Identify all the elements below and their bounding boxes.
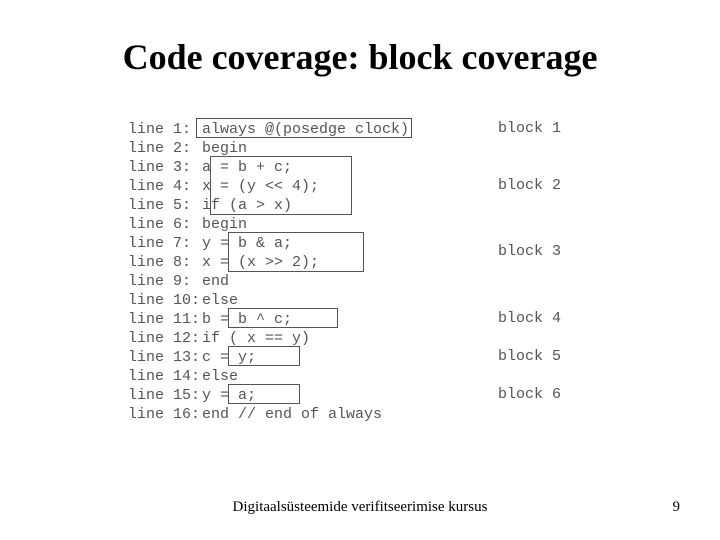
block-label: block 6	[498, 386, 561, 403]
line-number: line 7:	[128, 235, 198, 252]
line-number: line 5:	[128, 197, 198, 214]
block-box-1	[196, 118, 412, 138]
block-box-5	[228, 346, 300, 366]
block-box-2	[210, 156, 352, 215]
block-box-4	[228, 308, 338, 328]
line-number: line 9:	[128, 273, 198, 290]
line-number: line 4:	[128, 178, 198, 195]
line-number: line 15:	[128, 387, 198, 404]
line-number: line 2:	[128, 140, 198, 157]
block-box-6	[228, 384, 300, 404]
code-text: end // end of always	[202, 406, 382, 423]
footer-text: Digitaalsüsteemide verifitseerimise kurs…	[0, 499, 720, 516]
code-text: else	[202, 368, 238, 385]
code-diagram: line 1: always @(posedge clock) line 2: …	[128, 120, 600, 440]
code-text: if ( x == y)	[202, 330, 310, 347]
slide-title: Code coverage: block coverage	[0, 36, 720, 78]
block-label: block 1	[498, 120, 561, 137]
line-number: line 12:	[128, 330, 198, 347]
block-label: block 2	[498, 177, 561, 194]
block-box-3	[228, 232, 364, 272]
line-number: line 14:	[128, 368, 198, 385]
code-text: begin	[202, 140, 247, 157]
line-number: line 8:	[128, 254, 198, 271]
line-number: line 13:	[128, 349, 198, 366]
block-label: block 3	[498, 243, 561, 260]
line-number: line 1:	[128, 121, 198, 138]
block-label: block 5	[498, 348, 561, 365]
code-text: begin	[202, 216, 247, 233]
code-text: end	[202, 273, 229, 290]
line-number: line 10:	[128, 292, 198, 309]
line-number: line 11:	[128, 311, 198, 328]
block-label: block 4	[498, 310, 561, 327]
line-number: line 3:	[128, 159, 198, 176]
line-number: line 6:	[128, 216, 198, 233]
page-number: 9	[673, 499, 681, 516]
code-text: else	[202, 292, 238, 309]
line-number: line 16:	[128, 406, 198, 423]
